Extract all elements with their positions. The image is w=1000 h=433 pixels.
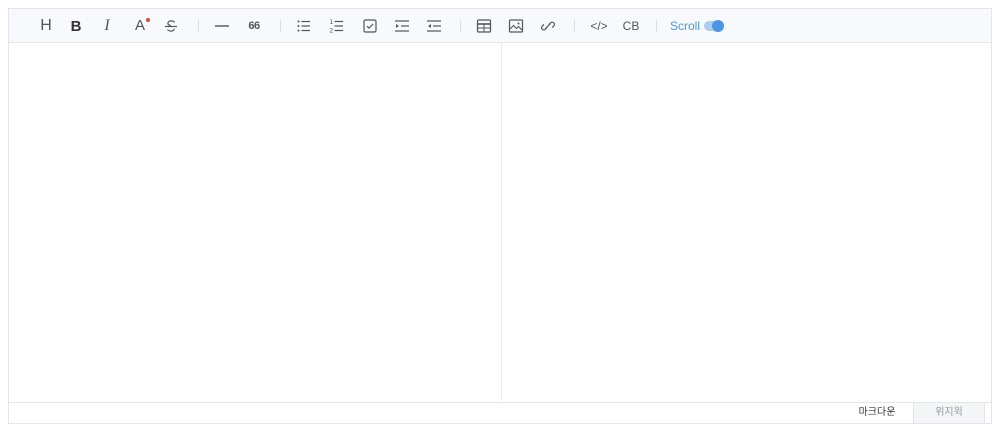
horizontal-rule-button[interactable]: [212, 16, 232, 36]
color-dot-icon: [146, 18, 150, 22]
scroll-sync-toggle[interactable]: [704, 20, 724, 32]
text-color-icon: A: [134, 17, 150, 35]
markdown-editor: H B I A 66 1 2 </> CB Scroll 마크다운 위지윅: [8, 8, 992, 424]
heading-icon: H: [40, 17, 52, 34]
quote-icon: 66: [248, 20, 260, 32]
toolbar: H B I A 66 1 2 </> CB Scroll: [9, 9, 991, 43]
svg-text:2: 2: [330, 28, 334, 35]
toggle-knob: [712, 20, 724, 32]
ordered-list-icon: 1 2: [330, 19, 343, 35]
svg-text:1: 1: [330, 19, 334, 26]
image-icon: [508, 19, 524, 33]
outdent-icon: [427, 20, 441, 32]
task-list-button[interactable]: [360, 16, 380, 36]
markdown-edit-pane[interactable]: [9, 43, 502, 402]
codeblock-icon: CB: [622, 19, 640, 33]
bullet-list-icon: [297, 20, 310, 32]
ordered-list-button[interactable]: 1 2: [327, 16, 347, 36]
italic-button[interactable]: I: [97, 16, 117, 36]
italic-icon: I: [104, 17, 110, 34]
image-button[interactable]: [506, 16, 526, 36]
checkbox-icon: [363, 19, 377, 33]
table-icon: [476, 19, 492, 33]
link-icon: [541, 21, 555, 31]
toolbar-divider: [656, 20, 657, 32]
bold-button[interactable]: B: [66, 16, 86, 36]
bold-icon: B: [70, 17, 82, 35]
indent-button[interactable]: [392, 16, 412, 36]
codeblock-button[interactable]: CB: [620, 16, 642, 36]
markdown-mode-tab[interactable]: 마크다운: [841, 403, 913, 423]
heading-button[interactable]: H: [36, 16, 56, 36]
toolbar-divider: [280, 20, 281, 32]
wysiwyg-mode-tab[interactable]: 위지윅: [913, 403, 985, 423]
toolbar-divider: [198, 20, 199, 32]
code-button[interactable]: </>: [588, 16, 610, 36]
link-button[interactable]: [538, 16, 558, 36]
indent-icon: [395, 20, 409, 32]
markdown-textarea[interactable]: [9, 43, 501, 402]
blockquote-button[interactable]: 66: [244, 16, 264, 36]
toolbar-divider: [460, 20, 461, 32]
outdent-button[interactable]: [424, 16, 444, 36]
toolbar-divider: [574, 20, 575, 32]
strikethrough-icon: [165, 20, 177, 32]
preview-content: [502, 43, 991, 402]
strikethrough-button[interactable]: [161, 16, 181, 36]
code-icon: </>: [590, 19, 608, 33]
mode-switch-bar: 마크다운 위지윅: [9, 402, 991, 423]
scroll-sync-label: Scroll: [670, 19, 701, 33]
text-color-button[interactable]: A: [130, 16, 150, 36]
horizontal-rule-icon: [215, 25, 229, 27]
table-button[interactable]: [474, 16, 494, 36]
bullet-list-button[interactable]: [294, 16, 314, 36]
preview-pane: [502, 43, 991, 402]
text-color-letter: A: [134, 17, 145, 34]
